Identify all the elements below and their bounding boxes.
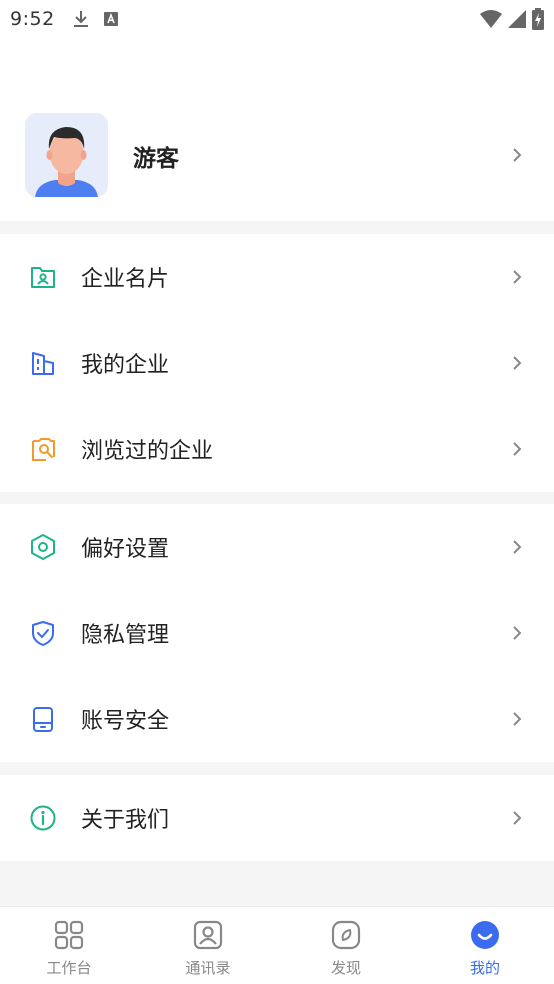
profile-row[interactable]: 游客 <box>0 113 554 197</box>
tab-discover[interactable]: 发现 <box>277 907 415 984</box>
menu-item-about-us[interactable]: 关于我们 <box>0 775 554 861</box>
signal-icon <box>508 10 526 28</box>
grid-icon <box>54 920 84 950</box>
menu-item-privacy[interactable]: 隐私管理 <box>0 590 554 676</box>
tab-contacts[interactable]: 通讯录 <box>139 907 277 984</box>
tab-label: 工作台 <box>46 959 92 977</box>
status-system-icons <box>480 8 544 30</box>
browse-history-icon <box>28 434 58 464</box>
menu-item-label: 隐私管理 <box>81 623 170 648</box>
menu-item-browsed-enterprises[interactable]: 浏览过的企业 <box>0 406 554 492</box>
menu-item-label: 偏好设置 <box>81 537 170 562</box>
business-card-icon <box>28 262 58 292</box>
tab-mine[interactable]: 我的 <box>416 907 554 984</box>
settings-hexagon-icon <box>28 532 58 562</box>
chevron-right-icon <box>513 148 522 162</box>
keyboard-a-icon <box>103 12 118 26</box>
account-phone-icon <box>28 704 58 734</box>
menu-item-account-security[interactable]: 账号安全 <box>0 676 554 762</box>
menu-item-label: 浏览过的企业 <box>81 439 214 464</box>
info-icon <box>28 803 58 833</box>
tab-label: 发现 <box>330 959 361 977</box>
menu-group-enterprise: 企业名片 我的企业 浏览过的企业 <box>0 234 554 492</box>
tab-label: 我的 <box>469 959 500 977</box>
chevron-right-icon <box>513 540 522 554</box>
status-bar: 9:52 <box>0 0 554 38</box>
tab-workbench[interactable]: 工作台 <box>0 907 138 984</box>
chevron-right-icon <box>513 442 522 456</box>
tab-label: 通讯录 <box>185 959 231 977</box>
profile-name: 游客 <box>133 146 179 172</box>
menu-group-about: 关于我们 <box>0 775 554 861</box>
chevron-right-icon <box>513 712 522 726</box>
menu-item-label: 我的企业 <box>81 353 170 378</box>
contacts-icon <box>193 920 223 950</box>
avatar-person-icon <box>25 113 108 197</box>
menu-group-settings: 偏好设置 隐私管理 账号安全 <box>0 504 554 762</box>
chevron-right-icon <box>513 356 522 370</box>
profile-smile-icon <box>471 921 499 949</box>
screen: 9:52 游客 企业名片 我的企业 浏览过的企业 偏好设置 隐私管理 账号安全 … <box>0 0 554 984</box>
battery-icon <box>532 8 544 30</box>
building-icon <box>28 348 58 378</box>
chevron-right-icon <box>513 626 522 640</box>
menu-item-label: 关于我们 <box>81 808 170 833</box>
privacy-shield-icon <box>28 618 58 648</box>
menu-item-my-enterprise[interactable]: 我的企业 <box>0 320 554 406</box>
bottom-tab-bar: 工作台 通讯录 发现 我的 <box>0 906 554 984</box>
profile-section: 游客 <box>0 38 554 221</box>
menu-item-label: 企业名片 <box>81 267 170 292</box>
compass-icon <box>331 920 361 950</box>
download-icon <box>73 11 88 27</box>
menu-item-preferences[interactable]: 偏好设置 <box>0 504 554 590</box>
menu-item-label: 账号安全 <box>81 709 170 734</box>
status-notification-icons <box>73 10 119 28</box>
avatar <box>25 113 108 197</box>
wifi-icon <box>480 10 502 28</box>
chevron-right-icon <box>513 811 522 825</box>
status-time: 9:52 <box>10 8 55 30</box>
chevron-right-icon <box>513 270 522 284</box>
menu-item-business-card[interactable]: 企业名片 <box>0 234 554 320</box>
